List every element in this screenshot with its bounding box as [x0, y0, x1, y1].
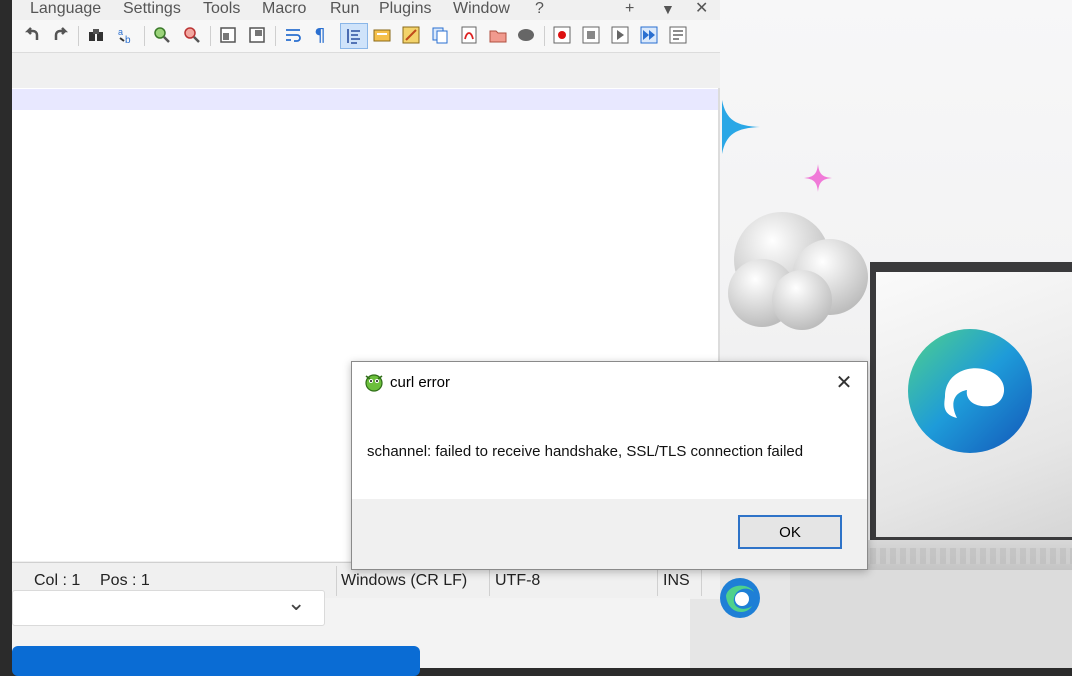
svg-text:a: a — [118, 27, 123, 37]
macro-stop-icon[interactable] — [581, 24, 601, 46]
status-encoding[interactable]: UTF-8 — [495, 572, 540, 590]
function-list-icon[interactable] — [401, 24, 421, 46]
add-tab-button[interactable]: + — [625, 0, 634, 18]
pink-sparkle-icon — [804, 164, 832, 192]
background-window-panel — [790, 570, 1072, 668]
menu-plugins[interactable]: Plugins — [379, 0, 431, 18]
sync-vertical-icon[interactable] — [218, 24, 238, 46]
undo-icon[interactable] — [22, 24, 42, 46]
macro-play-icon[interactable] — [610, 24, 630, 46]
laptop-keyboard — [860, 548, 1072, 564]
document-map-icon[interactable] — [372, 24, 392, 46]
macro-save-icon[interactable] — [668, 24, 688, 46]
dialog-title: curl error — [390, 374, 451, 391]
dropdown-select[interactable]: ⌄ — [12, 590, 325, 626]
status-divider — [489, 566, 490, 596]
dialog-message: schannel: failed to receive handshake, S… — [367, 443, 804, 460]
indent-guide-icon[interactable] — [340, 23, 368, 49]
folder-workspace-icon[interactable] — [488, 24, 508, 46]
list-tabs-button[interactable]: ▼ — [661, 0, 675, 18]
close-icon[interactable]: ✕ — [832, 370, 856, 394]
toolbar-separator — [144, 26, 145, 46]
sync-horizontal-icon[interactable] — [247, 24, 267, 46]
menu-macro[interactable]: Macro — [262, 0, 306, 18]
primary-action-button[interactable] — [12, 646, 420, 676]
status-position: Pos : 1 — [100, 572, 150, 589]
replace-icon[interactable]: ab — [116, 24, 136, 46]
clone-icon[interactable] — [430, 24, 450, 46]
menu-bar: Language Settings Tools Macro Run Plugin… — [12, 0, 720, 20]
chevron-down-icon: ⌄ — [287, 591, 306, 616]
menu-language[interactable]: Language — [30, 0, 101, 18]
menu-tools[interactable]: Tools — [203, 0, 240, 18]
menu-run[interactable]: Run — [330, 0, 359, 18]
monitoring-icon[interactable] — [516, 24, 536, 46]
macro-record-icon[interactable] — [552, 24, 572, 46]
toolbar-separator — [275, 26, 276, 46]
menu-help[interactable]: ? — [535, 0, 544, 18]
menu-window[interactable]: Window — [453, 0, 510, 18]
edge-taskbar-icon[interactable] — [718, 576, 762, 620]
close-document-button[interactable]: ✕ — [695, 0, 708, 18]
cloud-illustration — [728, 212, 868, 330]
current-line-highlight — [12, 89, 718, 110]
redo-icon[interactable] — [51, 24, 71, 46]
status-divider — [701, 566, 702, 596]
toolbar-separator — [544, 26, 545, 46]
zoom-out-icon[interactable] — [182, 24, 202, 46]
zoom-in-icon[interactable] — [152, 24, 172, 46]
status-insert-mode[interactable]: INS — [663, 572, 690, 590]
svg-text:b: b — [125, 35, 131, 44]
status-column: Col : 1 — [34, 572, 81, 589]
toolbar-separator — [210, 26, 211, 46]
tab-bar — [12, 53, 720, 89]
show-all-characters-icon[interactable]: ¶ — [310, 24, 330, 46]
ok-button[interactable]: OK — [738, 515, 842, 549]
status-divider — [657, 566, 658, 596]
find-icon[interactable] — [86, 24, 106, 46]
word-wrap-icon[interactable] — [283, 24, 303, 46]
edge-logo-icon — [908, 329, 1032, 453]
status-eol-format[interactable]: Windows (CR LF) — [341, 572, 467, 590]
notepad-plus-plus-app-icon — [365, 374, 383, 392]
pdf-icon[interactable] — [459, 24, 479, 46]
status-divider — [336, 566, 337, 596]
menu-settings[interactable]: Settings — [123, 0, 181, 18]
toolbar-separator — [78, 26, 79, 46]
blue-sparkle-icon — [722, 100, 760, 154]
macro-run-multiple-icon[interactable] — [639, 24, 659, 46]
